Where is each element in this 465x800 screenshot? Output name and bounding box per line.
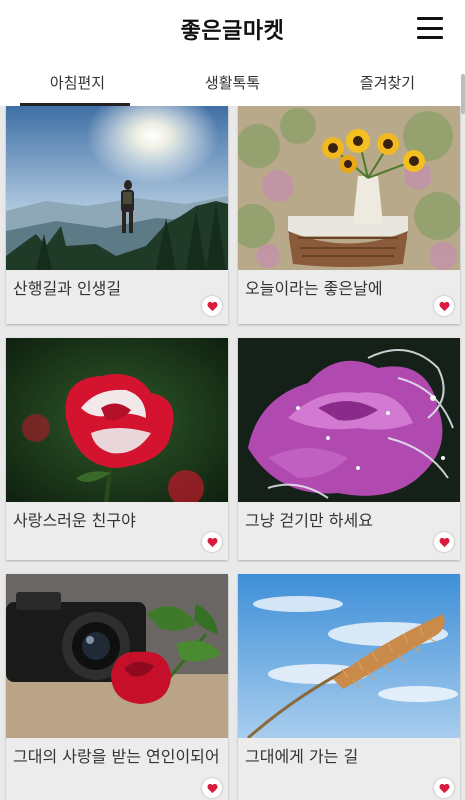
article-card[interactable]: 그대에게 가는 길 — [238, 574, 460, 800]
heart-icon[interactable] — [202, 778, 222, 798]
tab-bar: 아침편지 생활톡톡 즐겨찾기 — [0, 58, 465, 106]
article-card[interactable]: 그대의 사랑을 받는 연인이되어 — [6, 574, 228, 800]
heart-icon[interactable] — [434, 778, 454, 798]
card-image-sunflower-vase — [238, 106, 460, 270]
heart-icon[interactable] — [434, 532, 454, 552]
card-title: 산행길과 인생길 — [13, 279, 122, 298]
card-title: 그대의 사랑을 받는 연인이되어 — [13, 747, 220, 766]
card-image-camera-rose — [6, 574, 228, 738]
card-title: 그대에게 가는 길 — [245, 747, 359, 766]
heart-icon[interactable] — [202, 532, 222, 552]
app-header: 좋은글마켓 — [0, 0, 465, 58]
article-card[interactable]: 그냥 걷기만 하세요 — [238, 338, 460, 560]
card-title: 그냥 걷기만 하세요 — [245, 511, 373, 530]
card-image-grass-sky — [238, 574, 460, 738]
heart-icon[interactable] — [434, 296, 454, 316]
tab-life-tips[interactable]: 생활톡톡 — [155, 58, 310, 106]
article-grid: 산행길과 인생길 오늘이라는 좋은날에 사랑스러운 친구야 그냥 걷기만 하세요… — [0, 106, 465, 800]
tab-morning-letter[interactable]: 아침편지 — [0, 58, 155, 106]
card-image-mountain-hiker — [6, 106, 228, 270]
tab-favorites[interactable]: 즐겨찾기 — [310, 58, 465, 106]
heart-icon[interactable] — [202, 296, 222, 316]
card-image-purple-rose-splash — [238, 338, 460, 502]
app-title: 좋은글마켓 — [180, 19, 285, 44]
article-card[interactable]: 오늘이라는 좋은날에 — [238, 106, 460, 324]
card-image-red-rose — [6, 338, 228, 502]
article-card[interactable]: 사랑스러운 친구야 — [6, 338, 228, 560]
hamburger-menu-icon[interactable] — [417, 17, 443, 39]
card-title: 오늘이라는 좋은날에 — [245, 279, 383, 298]
article-card[interactable]: 산행길과 인생길 — [6, 106, 228, 324]
card-title: 사랑스러운 친구야 — [13, 511, 136, 530]
